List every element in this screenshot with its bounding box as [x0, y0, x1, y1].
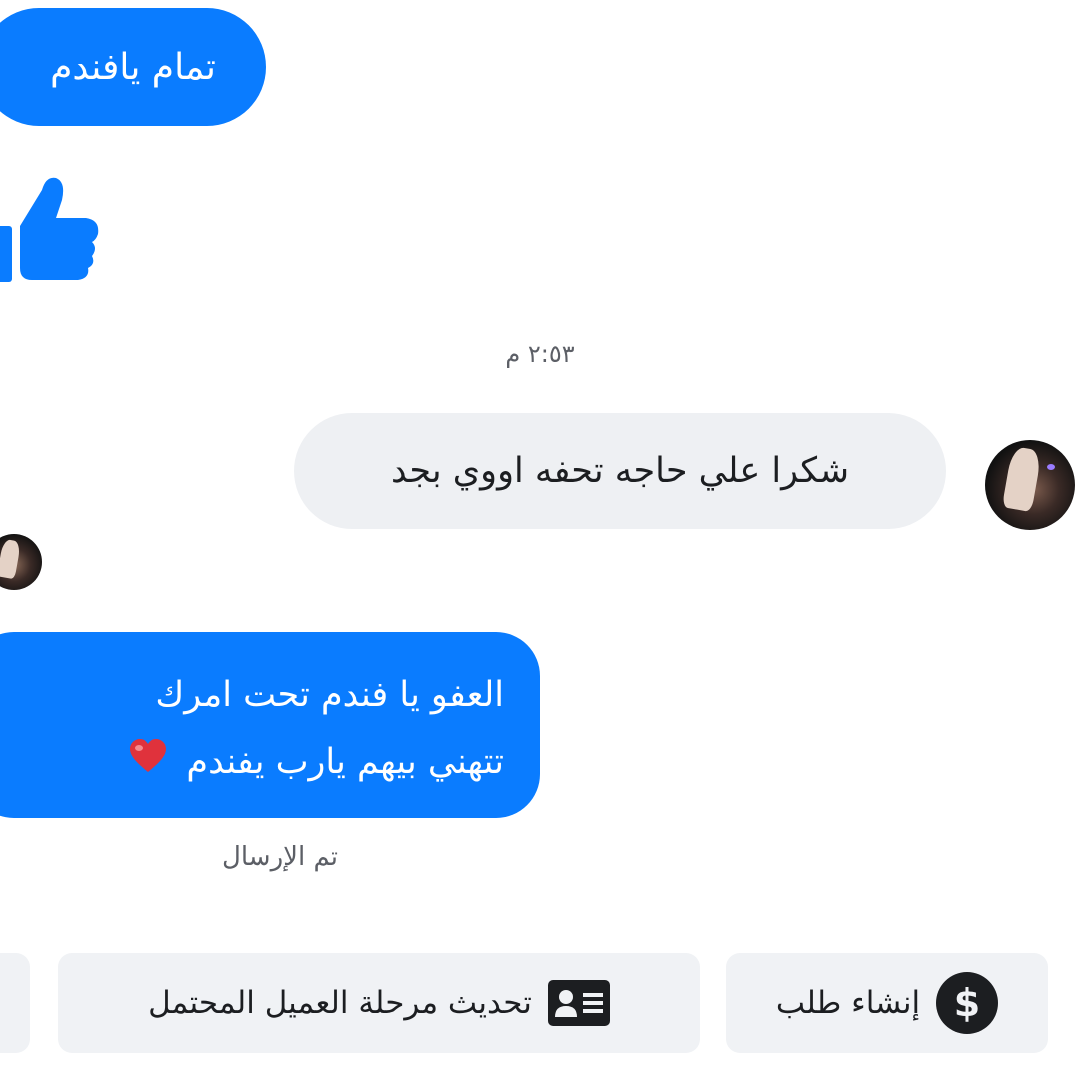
update-lead-stage-button[interactable]: تحديث مرحلة العميل المحتمل	[58, 953, 700, 1053]
message-bubble-sent[interactable]: العفو يا فندم تحت امرك تتهني بيهم يارب ي…	[0, 632, 540, 818]
svg-text:$: $	[954, 981, 980, 1025]
message-text-line-1: العفو يا فندم تحت امرك	[155, 675, 504, 715]
contact-avatar[interactable]	[985, 440, 1075, 530]
heart-icon	[129, 729, 167, 796]
message-text-line-2: تتهني بيهم يارب يفندم	[186, 741, 504, 782]
create-order-button[interactable]: $ إنشاء طلب	[726, 953, 1048, 1053]
message-text: شكرا علي حاجه تحفه اووي بجد	[390, 451, 850, 491]
create-order-label: إنشاء طلب	[775, 985, 921, 1021]
action-button-partial[interactable]	[0, 953, 30, 1053]
message-text: تمام يافندم	[50, 46, 216, 88]
message-bubble-sent[interactable]: تمام يافندم	[0, 8, 266, 126]
thumbs-up-icon	[0, 170, 104, 282]
read-receipt-avatar	[0, 534, 42, 590]
dollar-icon: $	[936, 972, 999, 1034]
message-bubble-received[interactable]: شكرا علي حاجه تحفه اووي بجد	[294, 413, 946, 529]
message-timestamp: ٢:٥٣ م	[505, 340, 575, 368]
message-status: تم الإرسال	[221, 842, 338, 872]
contact-card-icon	[547, 980, 610, 1026]
update-lead-stage-label: تحديث مرحلة العميل المحتمل	[148, 985, 532, 1021]
